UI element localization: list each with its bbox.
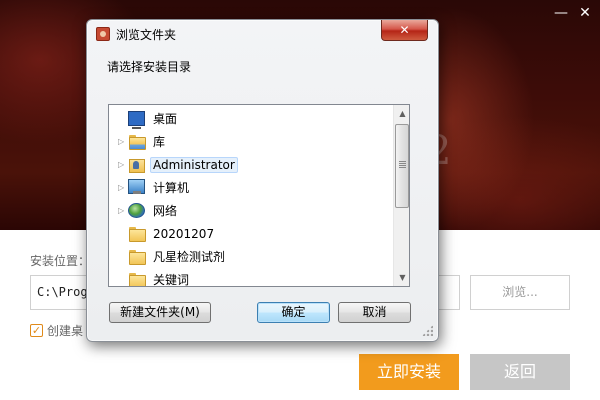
- expand-arrow-icon[interactable]: ▷: [118, 206, 128, 215]
- tree-item-administrator[interactable]: ▷ Administrator: [109, 153, 401, 176]
- scroll-down-arrow-icon[interactable]: ▼: [394, 269, 409, 286]
- tree-item-label: 桌面: [153, 112, 178, 126]
- tree-item-label: 20201207: [153, 226, 215, 241]
- close-button[interactable]: ✕: [578, 6, 592, 20]
- tree-item-label: 凡星检测试剂: [153, 250, 226, 264]
- back-button[interactable]: 返回: [470, 354, 570, 390]
- app-icon: [96, 27, 110, 41]
- tree-item-label: 关键词: [153, 273, 190, 287]
- tree-item-fanxing[interactable]: 凡星检测试剂: [109, 245, 401, 268]
- desktop-shortcut-option[interactable]: ✓ 创建桌: [30, 322, 83, 339]
- folder-tree[interactable]: 桌面 ▷ 库 ▷ Administrator ▷ 计算机 ▷ 网络 202012…: [108, 104, 410, 287]
- shortcut-checkbox[interactable]: ✓: [30, 324, 43, 337]
- tree-scrollbar[interactable]: ▲ ▼: [393, 105, 409, 286]
- user-folder-icon: [128, 157, 145, 173]
- tree-item-computer[interactable]: ▷ 计算机: [109, 176, 401, 199]
- expand-arrow-icon[interactable]: ▷: [118, 160, 128, 169]
- tree-item-20201207[interactable]: 20201207: [109, 222, 401, 245]
- folder-icon: [128, 272, 146, 286]
- library-folder-icon: [128, 134, 146, 150]
- folder-icon: [128, 226, 146, 242]
- minimize-button[interactable]: —: [554, 6, 568, 20]
- tree-item-label: 网络: [153, 204, 178, 218]
- tree-item-library[interactable]: ▷ 库: [109, 130, 401, 153]
- network-icon: [128, 203, 145, 218]
- install-location-label: 安装位置：: [30, 254, 91, 268]
- dialog-close-button[interactable]: ✕: [381, 20, 428, 41]
- folder-icon: [128, 249, 146, 265]
- tree-item-label: 计算机: [153, 181, 190, 195]
- tree-item-desktop[interactable]: 桌面: [109, 107, 401, 130]
- cancel-button[interactable]: 取消: [338, 302, 411, 323]
- dialog-title: 浏览文件夹: [116, 28, 177, 42]
- browse-button[interactable]: 浏览...: [470, 275, 570, 310]
- install-now-button[interactable]: 立即安装: [359, 354, 459, 390]
- computer-icon: [128, 178, 145, 194]
- scroll-thumb[interactable]: [395, 124, 409, 208]
- tree-item-keywords[interactable]: 关键词: [109, 268, 401, 287]
- expand-arrow-icon[interactable]: ▷: [118, 183, 128, 192]
- desktop-icon: [128, 111, 145, 129]
- expand-arrow-icon[interactable]: ▷: [118, 137, 128, 146]
- scroll-up-arrow-icon[interactable]: ▲: [394, 105, 409, 122]
- tree-item-network[interactable]: ▷ 网络: [109, 199, 401, 222]
- shortcut-label: 创建桌: [47, 324, 84, 338]
- tree-item-label: 库: [153, 135, 166, 149]
- dialog-prompt: 请选择安装目录: [107, 60, 192, 74]
- ok-button[interactable]: 确定: [257, 302, 330, 323]
- new-folder-button[interactable]: 新建文件夹(M): [109, 302, 211, 323]
- tree-item-label: Administrator: [150, 156, 238, 173]
- dialog-titlebar[interactable]: 浏览文件夹 ✕: [87, 20, 438, 48]
